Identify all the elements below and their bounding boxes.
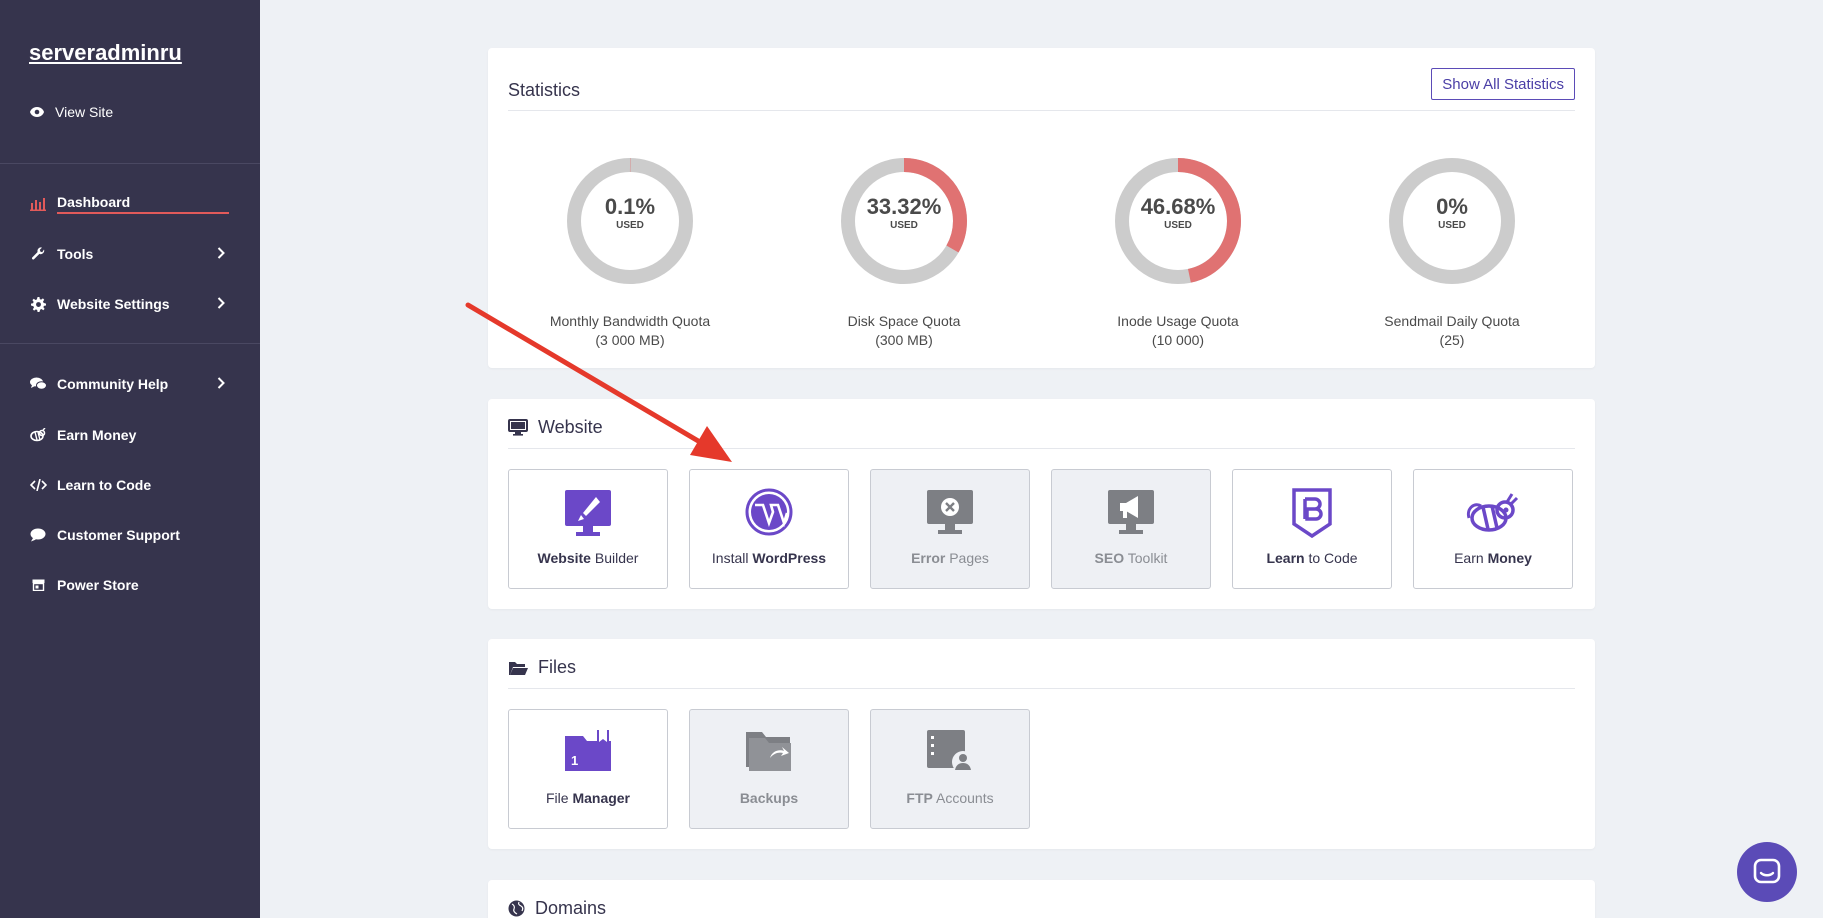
files-title: Files (538, 657, 577, 677)
file-manager-tile[interactable]: 1 File Manager (508, 709, 668, 829)
gauge-used-label: USED (890, 220, 918, 231)
domains-card: Domains (488, 880, 1595, 918)
domains-header: Domains (508, 898, 606, 918)
website-builder-tile[interactable]: Website Builder (508, 469, 668, 589)
svg-text:1: 1 (571, 753, 578, 768)
wordpress-icon (690, 488, 848, 536)
gauge-label: Sendmail Daily Quota (1384, 313, 1520, 329)
error-pages-tile[interactable]: Error Pages (870, 469, 1030, 589)
gauge-label: Disk Space Quota (847, 313, 961, 329)
tile-label: Backups (739, 790, 799, 806)
site-brand-link[interactable]: serveradminru (29, 40, 182, 66)
error-pages-icon (871, 488, 1029, 536)
sidebar-item-dashboard[interactable]: Dashboard (29, 191, 229, 217)
gauge-sub: (300 MB) (875, 332, 933, 348)
tile-label: FTP Accounts (906, 790, 994, 806)
chevron-right-icon (217, 376, 229, 392)
sidebar-item-label: Power Store (57, 577, 139, 593)
speech-bubble-icon (29, 528, 47, 542)
seo-toolkit-tile[interactable]: SEO Toolkit (1051, 469, 1211, 589)
learn-to-code-tile[interactable]: Learn to Code (1232, 469, 1392, 589)
gauge-value: 0% (1436, 194, 1468, 219)
wrench-icon (29, 246, 47, 262)
sidebar-item-label: Website Settings (57, 296, 170, 312)
chat-bubbles-icon (29, 377, 47, 391)
sidebar: serveradminru View Site Dashboard Tools … (0, 0, 260, 918)
tile-label: Learn to Code (1266, 550, 1358, 566)
sidebar-item-tools[interactable]: Tools (29, 241, 229, 267)
gauge-value: 0.1% (604, 194, 656, 219)
chevron-right-icon (217, 246, 229, 262)
bee-icon (29, 428, 47, 442)
sidebar-item-earn-money[interactable]: Earn Money (29, 422, 229, 448)
gauge-used-label: USED (1438, 220, 1466, 231)
chat-icon (1753, 858, 1781, 884)
eye-icon (30, 107, 44, 117)
sendmail-gauge: 0% USED Sendmail Daily Quota (25) (1352, 156, 1552, 350)
sidebar-item-label: Community Help (57, 376, 169, 392)
learn-to-code-icon (1233, 488, 1391, 538)
sidebar-item-label: Dashboard (57, 194, 229, 214)
file-manager-icon: 1 (509, 728, 667, 774)
backups-tile[interactable]: Backups (689, 709, 849, 829)
gauge-value: 46.68% (1140, 194, 1216, 219)
gauge-label: Inode Usage Quota (1117, 313, 1239, 329)
sidebar-divider (0, 163, 260, 164)
sidebar-item-label: Earn Money (57, 427, 137, 443)
files-header: Files (508, 657, 576, 678)
gauge-used-label: USED (1164, 220, 1192, 231)
gauge-sub: (25) (1439, 332, 1465, 348)
sidebar-item-customer-support[interactable]: Customer Support (29, 522, 229, 548)
ftp-accounts-icon (871, 728, 1029, 774)
folder-open-icon (509, 661, 528, 675)
view-site-link[interactable]: View Site (29, 104, 113, 120)
files-divider (508, 688, 1575, 689)
bee-icon (1414, 488, 1572, 536)
tile-label: Error Pages (911, 550, 989, 566)
sidebar-divider (0, 343, 260, 344)
view-site-label: View Site (55, 104, 114, 120)
sidebar-item-label: Tools (57, 246, 94, 262)
gauge-used-label: USED (616, 220, 644, 231)
disk-space-gauge: 33.32% USED Disk Space Quota (300 MB) (804, 156, 1004, 350)
website-builder-icon (509, 488, 667, 538)
chat-launcher-button[interactable] (1737, 842, 1797, 902)
earn-money-tile[interactable]: Earn Money (1413, 469, 1573, 589)
sidebar-item-label: Customer Support (57, 527, 180, 543)
bar-chart-icon (29, 197, 47, 211)
install-wordpress-tile[interactable]: Install WordPress (689, 469, 849, 589)
tile-label: Install WordPress (711, 550, 827, 566)
sidebar-item-learn-to-code[interactable]: Learn to Code (29, 472, 229, 498)
annotation-arrow-icon (465, 302, 732, 462)
seo-toolkit-icon (1052, 488, 1210, 536)
statistics-divider (508, 110, 1575, 111)
gear-icon (29, 296, 47, 312)
sidebar-item-label: Learn to Code (57, 477, 152, 493)
gauge-value: 33.32% (866, 194, 942, 219)
chevron-right-icon (217, 296, 229, 312)
sidebar-item-community-help[interactable]: Community Help (29, 371, 229, 397)
tile-label: Earn Money (1454, 550, 1532, 566)
code-icon (29, 479, 47, 491)
sidebar-item-website-settings[interactable]: Website Settings (29, 291, 229, 317)
show-all-statistics-button[interactable]: Show All Statistics (1431, 68, 1575, 100)
tile-label: File Manager (545, 790, 631, 806)
inode-usage-gauge: 46.68% USED Inode Usage Quota (10 000) (1078, 156, 1278, 350)
ftp-accounts-tile[interactable]: FTP Accounts (870, 709, 1030, 829)
globe-icon (508, 900, 525, 917)
sidebar-item-power-store[interactable]: Power Store (29, 572, 229, 598)
backups-icon (690, 728, 848, 774)
domains-title: Domains (535, 898, 607, 918)
tile-label: SEO Toolkit (1094, 550, 1168, 566)
gauge-sub: (10 000) (1151, 332, 1205, 348)
tile-label: Website Builder (537, 550, 639, 566)
files-card: Files 1 File Manager Backups FTP Account… (488, 639, 1595, 849)
statistics-title: Statistics (508, 80, 581, 100)
store-icon (29, 579, 47, 591)
